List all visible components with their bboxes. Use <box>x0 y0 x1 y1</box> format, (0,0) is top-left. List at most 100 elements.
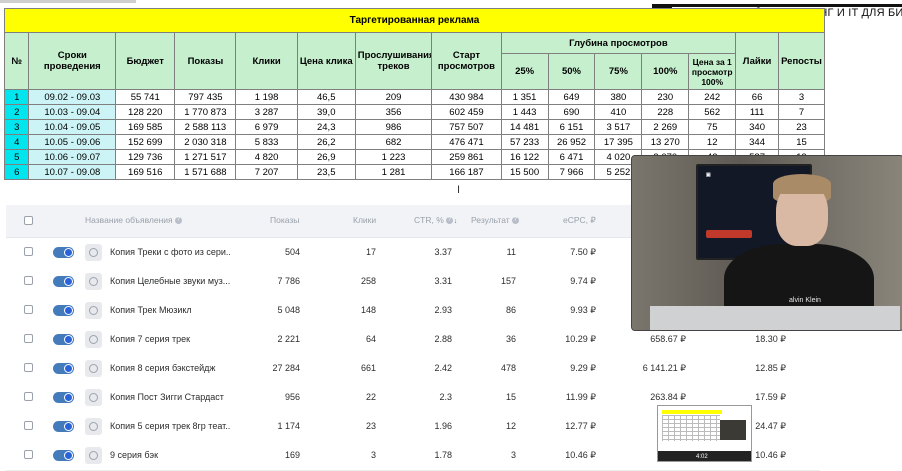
table-cell: 15 <box>777 134 826 150</box>
ad-shows: 2 221 <box>277 334 300 344</box>
col-ctr-header[interactable]: CTR, %? ↓ <box>414 215 457 225</box>
ad-ctr: 2.3 <box>439 392 452 402</box>
video-preview-thumbnail[interactable]: 4:02 <box>657 405 752 462</box>
table-row: 4 10.05 - 09.06 152 699 2 030 318 5 833 26,2 6… <box>3 134 826 150</box>
ad-row[interactable]: Копия 8 серия бэкстейдж 27 284 661 2.42 478 9… <box>6 354 820 384</box>
col-clicks-header[interactable]: Клики <box>353 215 376 225</box>
table-cell: 209 <box>354 89 433 105</box>
ad-spent: 6 141.21 ₽ <box>642 363 686 373</box>
table-cell: 09.02 - 09.03 <box>28 89 117 105</box>
ad-status-toggle[interactable] <box>53 392 74 403</box>
ad-thumbnail-icon <box>85 273 102 290</box>
ad-name[interactable]: Копия 5 серия трек 8гр теат... <box>110 421 230 431</box>
ad-status-toggle[interactable] <box>53 305 74 316</box>
col-header-price-100: Цена за 1 просмотр 100% <box>688 53 737 90</box>
row-checkbox[interactable] <box>24 247 33 256</box>
col-result-header[interactable]: Результат? <box>471 215 519 225</box>
ad-status-toggle[interactable] <box>53 334 74 345</box>
table-cell: 24,3 <box>296 119 356 135</box>
ad-shows: 5 048 <box>277 305 300 315</box>
ad-result: 478 <box>500 363 516 373</box>
table-cell: 128 220 <box>115 104 176 120</box>
table-cell: 1 571 688 <box>174 164 237 180</box>
table-cell: 169 516 <box>115 164 176 180</box>
table-cell: 26,9 <box>296 149 356 165</box>
ad-status-toggle[interactable] <box>53 247 74 258</box>
ad-cpr: 18.30 ₽ <box>755 334 786 344</box>
ad-thumbnail-icon <box>85 331 102 348</box>
table-cell: 3 <box>777 89 826 105</box>
info-icon: ? <box>445 217 453 225</box>
table-cell: 10.06 - 09.07 <box>28 149 117 165</box>
col-header-25: 25% <box>500 53 549 90</box>
table-cell: 1 223 <box>354 149 433 165</box>
table-cell: 66 <box>735 89 779 105</box>
ad-status-toggle[interactable] <box>53 450 74 461</box>
table-cell: 10.04 - 09.05 <box>28 119 117 135</box>
table-cell: 10.05 - 09.06 <box>28 134 117 150</box>
ad-clicks: 3 <box>370 450 376 460</box>
table-cell: 13 270 <box>641 134 690 150</box>
table-cell: 152 699 <box>115 134 176 150</box>
row-checkbox[interactable] <box>24 450 33 459</box>
ad-name[interactable]: Копия Трек Мюзикл <box>110 305 230 315</box>
table-cell: 476 471 <box>431 134 502 150</box>
row-checkbox[interactable] <box>24 392 33 401</box>
col-name-header[interactable]: Название объявления? <box>85 215 182 225</box>
table-cell: 55 741 <box>115 89 176 105</box>
ad-status-toggle[interactable] <box>53 363 74 374</box>
table-cell: 1 770 873 <box>174 104 237 120</box>
ad-cpr: 24.47 ₽ <box>755 421 786 431</box>
table-cell: 75 <box>688 119 737 135</box>
text-cursor-icon: I <box>457 184 461 196</box>
table-cell: 430 984 <box>431 89 502 105</box>
table-cell: 2 030 318 <box>174 134 237 150</box>
ad-shows: 7 786 <box>277 276 300 286</box>
ad-thumbnail-icon <box>85 244 102 261</box>
table-cell: 15 500 <box>500 164 549 180</box>
ad-thumbnail-icon <box>85 360 102 377</box>
ad-result: 15 <box>505 392 516 402</box>
table-cell: 4 820 <box>235 149 298 165</box>
ad-shows: 1 174 <box>277 421 300 431</box>
webcam-laptop <box>650 306 900 330</box>
select-all-checkbox[interactable] <box>24 216 33 225</box>
ad-name[interactable]: 9 серия бэк <box>110 450 230 460</box>
table-cell: 23 <box>777 119 826 135</box>
table-cell: 6 471 <box>547 149 596 165</box>
col-header-50: 50% <box>547 53 596 90</box>
table-cell: 26 952 <box>547 134 596 150</box>
row-checkbox[interactable] <box>24 334 33 343</box>
table-cell: 14 481 <box>500 119 549 135</box>
webcam-overlay: ▣ alvin Klein <box>631 155 902 331</box>
table-cell: 6 151 <box>547 119 596 135</box>
table-cell: 682 <box>354 134 433 150</box>
ad-status-toggle[interactable] <box>53 276 74 287</box>
ad-name[interactable]: Копия Пост Зигги Стардаст <box>110 392 230 402</box>
ad-ctr: 3.37 <box>434 247 452 257</box>
ad-name[interactable]: Копия Целебные звуки муз... <box>110 276 230 286</box>
ad-ctr: 1.78 <box>434 450 452 460</box>
ad-status-toggle[interactable] <box>53 421 74 432</box>
ad-ctr: 2.42 <box>434 363 452 373</box>
table-cell: 39,0 <box>296 104 356 120</box>
col-ecpc-header[interactable]: eCPC, ₽ <box>563 215 596 226</box>
table-cell: 7 966 <box>547 164 596 180</box>
ad-ctr: 3.31 <box>434 276 452 286</box>
ad-name[interactable]: Копия 8 серия бэкстейдж <box>110 363 230 373</box>
ad-ecpc: 10.46 ₽ <box>565 450 596 460</box>
table-cell: 111 <box>735 104 779 120</box>
ad-thumbnail-icon <box>85 418 102 435</box>
table-cell: 986 <box>354 119 433 135</box>
ad-name[interactable]: Копия Треки с фото из сери... <box>110 247 230 257</box>
table-cell: 10.07 - 09.08 <box>28 164 117 180</box>
ad-name[interactable]: Копия 7 серия трек <box>110 334 230 344</box>
row-checkbox[interactable] <box>24 276 33 285</box>
col-shows-header[interactable]: Показы <box>270 215 299 225</box>
row-checkbox[interactable] <box>24 363 33 372</box>
row-checkbox[interactable] <box>24 421 33 430</box>
row-checkbox[interactable] <box>24 305 33 314</box>
table-cell: 380 <box>594 89 643 105</box>
table-cell: 169 585 <box>115 119 176 135</box>
col-header-depth: Глубина просмотров <box>500 32 737 54</box>
